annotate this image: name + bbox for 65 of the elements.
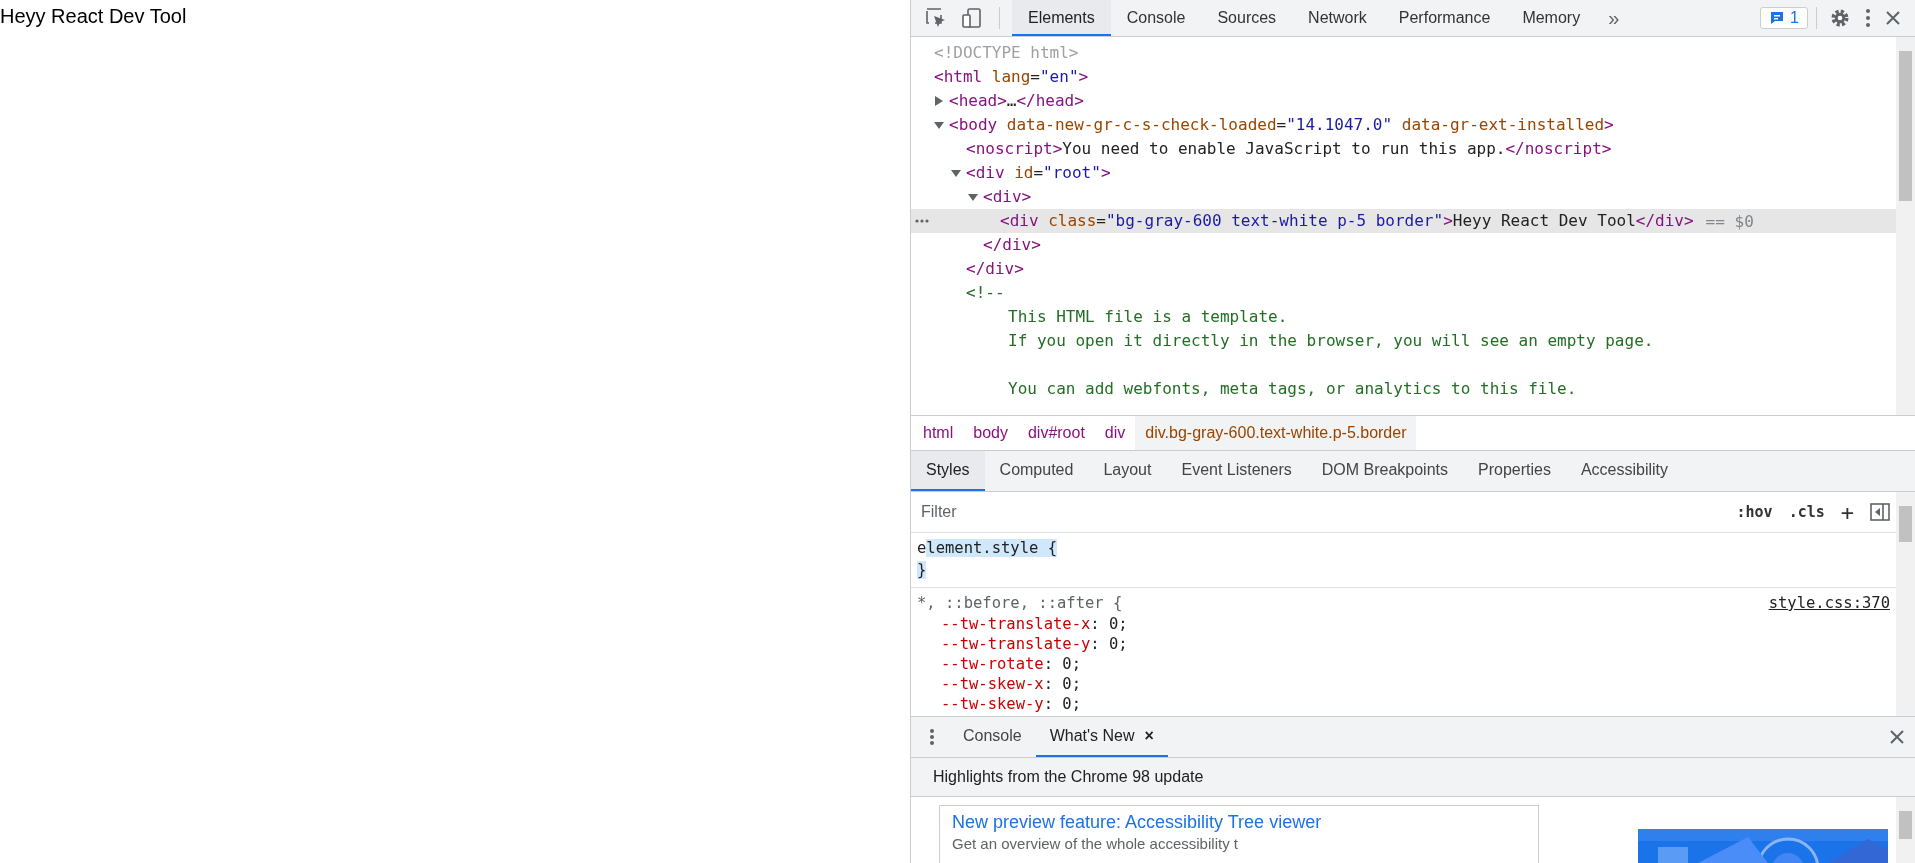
panel-tab[interactable]: Network — [1292, 0, 1383, 36]
css-declaration[interactable]: --tw-translate-y: 0; — [917, 634, 1128, 654]
filter-toolbar-button[interactable]: + — [1832, 499, 1862, 525]
drawer-heading: Highlights from the Chrome 98 update — [911, 758, 1915, 797]
breadcrumb[interactable]: body — [963, 416, 1018, 450]
rule-selector: *, ::before, ::after { — [917, 593, 1123, 614]
selected-node-marker: == $0 — [1705, 211, 1754, 231]
inspect-icon[interactable] — [925, 7, 947, 29]
dom-node[interactable]: </div> — [983, 234, 1041, 256]
kebab-menu-icon[interactable] — [1865, 8, 1871, 28]
selected-row-highlight[interactable]: <div class="bg-gray-600 text-white p-5 border">Heyy React Dev Tool</div> == $0 — [911, 209, 1896, 233]
panel-tab[interactable]: Console — [1110, 0, 1202, 36]
breadcrumb[interactable]: div — [1094, 416, 1136, 450]
close-icon[interactable] — [1885, 10, 1901, 26]
sidebar-tab[interactable]: Properties — [1463, 451, 1566, 491]
css-declaration[interactable]: --tw-skew-y: 0; — [917, 694, 1081, 714]
sidebar-tab[interactable]: Layout — [1088, 451, 1167, 491]
sidebar-tab[interactable]: Styles — [911, 451, 985, 491]
breadcrumb[interactable]: div#root — [1017, 416, 1095, 450]
sidebar-toggle-icon[interactable] — [1870, 503, 1890, 521]
more-tabs-button[interactable]: » — [1596, 6, 1632, 30]
dom-node[interactable]: <noscript>You need to enable JavaScript to run this app.</noscript> — [966, 138, 1612, 160]
drawer-tab[interactable]: Console — [949, 717, 1036, 757]
breadcrumb[interactable]: html — [913, 416, 964, 450]
dom-node[interactable]: <html lang="en"> — [934, 66, 1089, 88]
close-icon[interactable] — [1889, 729, 1905, 745]
device-icon[interactable] — [961, 7, 983, 29]
feature-description: Get an overview of the whole accessibility t — [952, 834, 1239, 854]
dom-node[interactable]: </div> — [966, 258, 1024, 280]
dom-node[interactable]: <div id="root"> — [966, 162, 1111, 184]
dom-node[interactable]: <body data-new-gr-c-s-check-loaded="14.1047.0" data-gr-ext-installed> — [949, 114, 1614, 136]
chat-icon — [1769, 10, 1786, 26]
filter-toolbar-button[interactable]: .cls — [1780, 503, 1833, 521]
dom-node[interactable]: <head>…</head> — [949, 90, 1084, 112]
dom-node[interactable]: <!-- — [966, 282, 1005, 304]
css-declaration[interactable]: --tw-translate-x: 0; — [917, 614, 1128, 634]
sidebar-tab[interactable]: Event Listeners — [1166, 451, 1307, 491]
breadcrumb[interactable]: div.bg-gray-600.text-white.p-5.border — [1135, 416, 1417, 450]
dom-node[interactable]: If you open it directly in the browser, you will see an empty page. — [1008, 330, 1654, 352]
sidebar-tab[interactable]: Computed — [984, 451, 1089, 491]
dom-node[interactable]: You can add webfonts, meta tags, or analytics to this file. — [1008, 378, 1577, 400]
more-icon[interactable] — [915, 219, 929, 223]
expanded-triangle-icon[interactable] — [934, 120, 944, 130]
feature-link[interactable]: New preview feature: Accessibility Tree viewer — [952, 810, 1526, 834]
settings-icon[interactable] — [1829, 7, 1851, 29]
expanded-triangle-icon[interactable] — [951, 168, 961, 178]
dom-node[interactable]: <div class="bg-gray-600 text-white p-5 border">Heyy React Dev Tool</div> — [1000, 210, 1694, 232]
sidebar-tab[interactable]: DOM Breakpoints — [1306, 451, 1463, 491]
panel-tab[interactable]: Elements — [1012, 0, 1111, 36]
panel-tab[interactable]: Sources — [1201, 0, 1293, 36]
collapsed-triangle-icon[interactable] — [934, 96, 944, 106]
page-heading: Heyy React Dev Tool — [0, 4, 187, 28]
dom-node[interactable]: <div> — [983, 186, 1032, 208]
issues-badge[interactable]: 1 — [1760, 7, 1808, 29]
filter-toolbar-button[interactable]: :hov — [1728, 503, 1781, 521]
panel-tab[interactable]: Memory — [1506, 0, 1597, 36]
dom-node[interactable]: This HTML file is a template. — [1008, 306, 1288, 328]
source-link[interactable]: style.css:370 — [1768, 592, 1890, 614]
css-declaration[interactable]: --tw-skew-x: 0; — [917, 674, 1081, 694]
expanded-triangle-icon[interactable] — [968, 192, 978, 202]
sidebar-tab[interactable]: Accessibility — [1565, 451, 1684, 491]
closing-brace: } — [917, 560, 927, 581]
css-declaration[interactable]: --tw-rotate: 0; — [917, 654, 1081, 674]
panel-tab[interactable]: Performance — [1382, 0, 1507, 36]
kebab-menu-icon[interactable] — [929, 728, 935, 746]
